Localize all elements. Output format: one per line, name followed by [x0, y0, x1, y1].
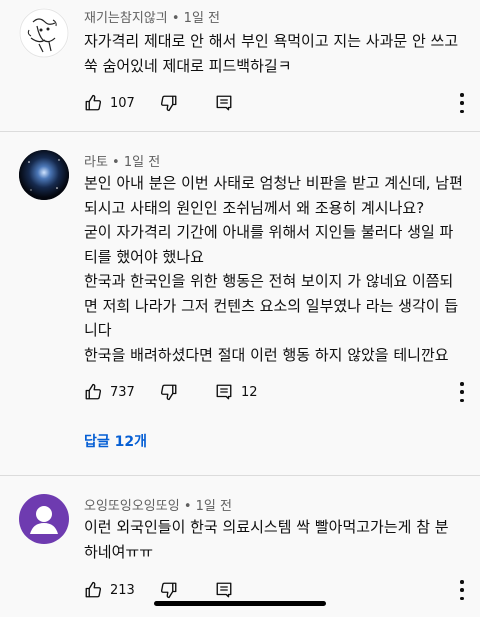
- comment-line: 니다: [84, 321, 112, 339]
- comment-item: 라토 • 1일 전 본인 아내 분은 이번 사태로 엄청난 비판을 받고 계신데…: [0, 132, 480, 475]
- comment-line: 되시고 사태의 원인인 조쉬님께서 왜 조용히 계시나요?: [84, 198, 425, 217]
- galaxy-avatar-icon: [19, 150, 69, 200]
- dislike-button[interactable]: [160, 578, 178, 602]
- more-dot-icon: [460, 109, 464, 113]
- thumbs-up-icon: [85, 383, 102, 400]
- like-button[interactable]: 737: [84, 380, 135, 404]
- more-dot-icon: [460, 101, 464, 105]
- comment-text: 이런 외국인들이 한국 의료시스템 싹 빨아먹고가는게 참 분 하네여ㅠㅠ: [84, 515, 464, 564]
- thumbs-down-icon: [160, 384, 177, 401]
- comment-meta: 오잉또잉오잉또잉 • 1일 전: [84, 495, 232, 514]
- more-dot-icon: [460, 390, 464, 394]
- more-dot-icon: [460, 93, 464, 97]
- comment-author[interactable]: 재기는참지않긔: [84, 11, 168, 26]
- dislike-button[interactable]: [160, 380, 178, 404]
- more-dot-icon: [460, 382, 464, 386]
- comment-text: 본인 아내 분은 이번 사태로 엄청난 비판을 받고 계신데, 남편 되시고 사…: [84, 171, 464, 367]
- comment-item: 오잉또잉오잉또잉 • 1일 전 이런 외국인들이 한국 의료시스템 싹 빨아먹고…: [0, 476, 480, 617]
- default-person-avatar-icon: [30, 506, 58, 534]
- more-dot-icon: [460, 588, 464, 592]
- reply-count: 12: [241, 384, 258, 400]
- reply-button[interactable]: [215, 578, 233, 602]
- comment-author[interactable]: 오잉또잉오잉또잉: [84, 499, 180, 514]
- reply-button[interactable]: [215, 91, 233, 115]
- more-options-button[interactable]: [460, 580, 464, 600]
- like-count: 213: [110, 582, 135, 598]
- comment-line: 하네여ㅠㅠ: [84, 542, 154, 561]
- comment-actions: 213: [84, 578, 476, 602]
- comment-time: 1일 전: [123, 155, 161, 170]
- comment-reply-icon: [216, 582, 232, 598]
- sketch-drawing-avatar-icon: [19, 8, 69, 58]
- thumbs-up-icon: [85, 581, 102, 598]
- more-options-button[interactable]: [460, 382, 464, 402]
- comment-meta: 재기는참지않긔 • 1일 전: [84, 7, 220, 26]
- comment-actions: 737 12: [84, 380, 476, 404]
- more-dot-icon: [460, 596, 464, 600]
- avatar[interactable]: [19, 494, 69, 544]
- comment-reply-icon: [216, 384, 232, 400]
- comment-reply-icon: [216, 95, 232, 111]
- more-dot-icon: [460, 580, 464, 584]
- comment-item: 재기는참지않긔 • 1일 전 자가격리 제대로 안 해서 부인 욕먹이고 지는 …: [0, 0, 480, 131]
- more-options-button[interactable]: [460, 93, 464, 113]
- meta-separator: •: [167, 11, 184, 26]
- reply-button[interactable]: 12: [215, 380, 258, 404]
- comment-line: 면 저희 나라가 그저 컨텐츠 요소의 일부였나 라는 생각이 듭: [84, 296, 459, 315]
- comment-line: 본인 아내 분은 이번 사태로 엄청난 비판을 받고 계신데, 남편: [84, 174, 463, 192]
- comment-line: 자가격리 제대로 안 해서 부인 욕먹이고 지는 사과문 안 쓰고: [84, 32, 459, 50]
- thumbs-down-icon: [160, 95, 177, 112]
- thumbs-down-icon: [160, 582, 177, 599]
- comment-time: 1일 전: [183, 11, 220, 26]
- comment-meta: 라토 • 1일 전: [84, 151, 160, 170]
- comment-line: 이런 외국인들이 한국 의료시스템 싹 빨아먹고가는게 참 분: [84, 518, 449, 536]
- comment-time: 1일 전: [195, 499, 232, 514]
- comment-actions: 107: [84, 91, 476, 115]
- comment-line: 쑥 숨어있네 제대로 피드백하길ㅋ: [84, 56, 292, 75]
- meta-separator: •: [179, 499, 196, 514]
- like-count: 737: [110, 384, 135, 400]
- comment-text: 자가격리 제대로 안 해서 부인 욕먹이고 지는 사과문 안 쓰고 쑥 숨어있네…: [84, 29, 464, 78]
- more-dot-icon: [460, 398, 464, 402]
- like-button[interactable]: 107: [84, 91, 135, 115]
- comment-line: 굳이 자가격리 기간에 아내를 위해서 지인들 불러다 생일 파: [84, 223, 454, 241]
- avatar[interactable]: [19, 150, 69, 200]
- thumbs-up-icon: [85, 94, 102, 111]
- avatar[interactable]: [19, 8, 69, 58]
- comment-line: 티를 했어야 했나요: [84, 247, 204, 266]
- like-button[interactable]: 213: [84, 578, 135, 602]
- comment-author[interactable]: 라토: [84, 155, 108, 170]
- comment-line: 한국과 한국인을 위한 행동은 전혀 보이지 가 않네요 이쯤되: [84, 272, 454, 290]
- like-count: 107: [110, 95, 135, 111]
- dislike-button[interactable]: [160, 91, 178, 115]
- meta-separator: •: [107, 155, 124, 170]
- comment-line: 한국을 배려하셨다면 절대 이런 행동 하지 않았을 테니깐요: [84, 345, 449, 364]
- home-indicator[interactable]: [154, 601, 326, 606]
- view-replies-link[interactable]: 답글 12개: [84, 431, 147, 451]
